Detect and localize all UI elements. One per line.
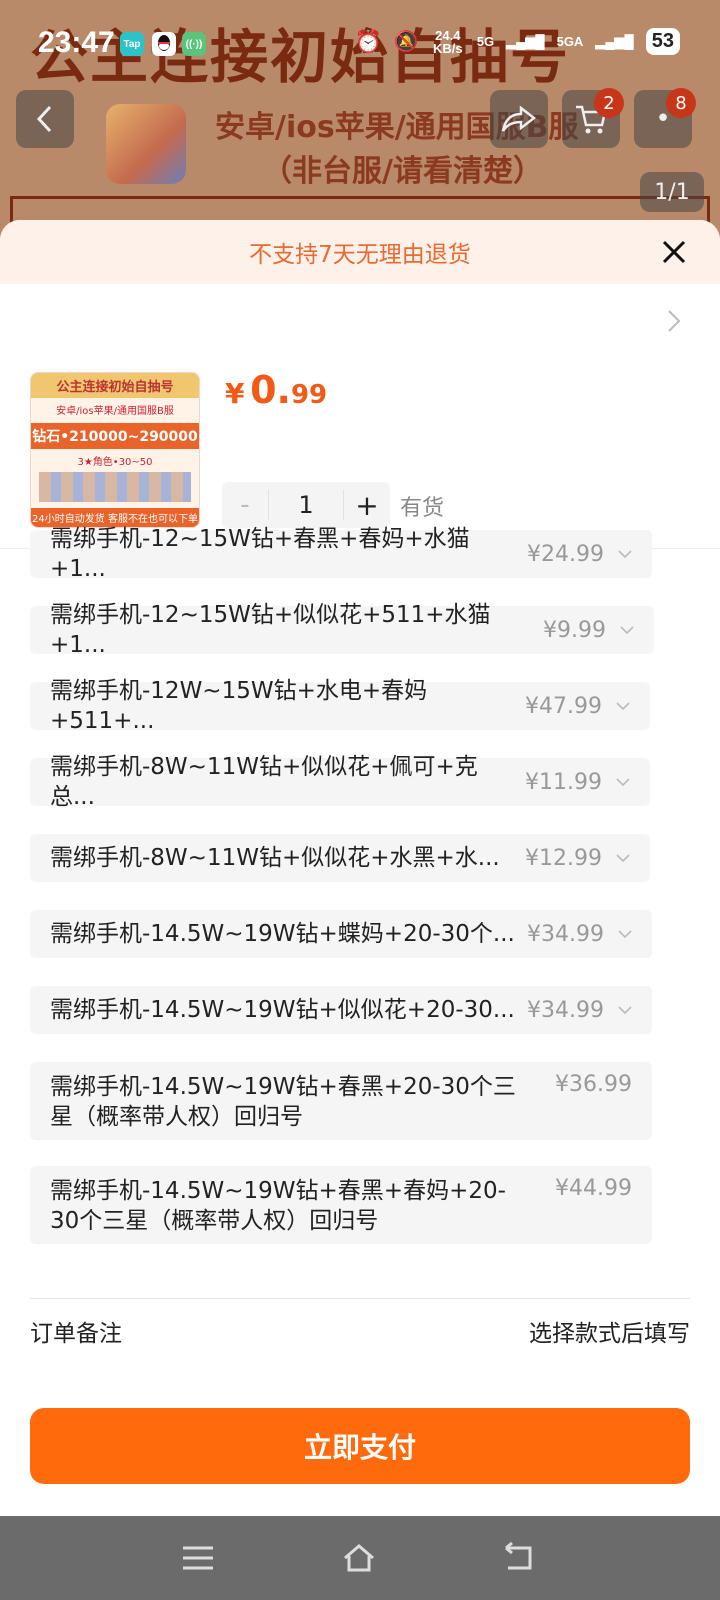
more-button[interactable]: • 8 bbox=[634, 88, 696, 148]
game-app-icon bbox=[106, 104, 186, 184]
divider bbox=[30, 1298, 690, 1299]
mute-icon: 🔕 bbox=[393, 31, 419, 53]
signal-icon: ▂▄▆█ bbox=[506, 33, 545, 49]
thumb-character-grid bbox=[39, 472, 191, 502]
sku-option-price: ¥9.99 bbox=[543, 617, 606, 643]
hotspot-icon: ((·)) bbox=[182, 32, 206, 56]
sku-option[interactable]: 需绑手机-12W~15W钻+水电+春妈+511+... ¥47.99 bbox=[30, 678, 650, 734]
chevron-down-icon bbox=[616, 854, 630, 863]
sku-selection-sheet: 不支持7天无理由退货 公主连接初始自抽号 安卓/ios苹果/通用国服B服 钻石•… bbox=[0, 220, 720, 1516]
price-integer: 0. bbox=[250, 368, 291, 412]
quantity-stepper: - 1 + bbox=[222, 482, 390, 528]
sku-option-price: ¥12.99 bbox=[525, 845, 602, 871]
chevron-right-icon[interactable] bbox=[666, 308, 682, 334]
sku-option-label: 需绑手机-12W~15W钻+水电+春妈+511+... bbox=[50, 678, 428, 734]
banner-line-2: （非台服/请看清楚） bbox=[262, 154, 543, 189]
sku-option[interactable]: 需绑手机-12~15W钻+似似花+511+水猫+1... ¥9.99 bbox=[30, 602, 654, 658]
thumb-subtitle: 安卓/ios苹果/通用国服B服 bbox=[56, 406, 174, 417]
sku-option-label: 需绑手机-8W~11W钻+似似花+佩可+克总... bbox=[50, 754, 478, 810]
close-icon[interactable] bbox=[656, 234, 692, 270]
thumb-stars: 3★角色•30~50 bbox=[77, 457, 153, 468]
message-count-badge: 8 bbox=[666, 88, 696, 118]
back-button[interactable] bbox=[16, 90, 74, 148]
sku-option-label: 需绑手机-12~15W钻+春黑+春妈+水猫+1... bbox=[50, 526, 470, 582]
order-memo-field[interactable]: 选择款式后填写 bbox=[529, 1314, 690, 1348]
chevron-down-icon bbox=[618, 930, 632, 939]
sku-option-price: ¥11.99 bbox=[525, 769, 602, 795]
price: ¥ 0.99 bbox=[225, 368, 327, 412]
sku-option-label: 需绑手机-14.5W~19W钻+春黑+20-30个三星（概率带人权）回归号 bbox=[50, 1074, 516, 1130]
status-time: 23:47 bbox=[38, 26, 115, 59]
chevron-down-icon bbox=[616, 702, 630, 711]
thumb-diamonds: 钻石•210000~290000 bbox=[31, 423, 199, 449]
sku-option-price: ¥34.99 bbox=[527, 921, 604, 947]
sku-option[interactable]: 需绑手机-8W~11W钻+似似花+佩可+克总... ¥11.99 bbox=[30, 754, 650, 810]
sku-option-label: 需绑手机-8W~11W钻+似似花+水黑+水... bbox=[50, 845, 500, 871]
sku-option[interactable]: 需绑手机-14.5W~19W钻+春黑+春妈+20-30个三星（概率带人权）回归号… bbox=[30, 1166, 652, 1244]
status-right: ⏰ 🔕 24.4 KB/s 5G ▂▄▆█ 5GA ▂▄▆█ 53 bbox=[355, 28, 680, 55]
order-memo-label: 订单备注 bbox=[30, 1321, 122, 1347]
chevron-down-icon bbox=[616, 778, 630, 787]
net-speed: 24.4 KB/s bbox=[433, 27, 463, 56]
share-button[interactable] bbox=[490, 90, 548, 148]
qq-icon bbox=[152, 32, 176, 56]
system-nav-bar bbox=[0, 1516, 720, 1600]
sku-option-label: 需绑手机-14.5W~19W钻+春黑+春妈+20-30个三星（概率带人权）回归号 bbox=[50, 1178, 506, 1234]
sku-option[interactable]: 需绑手机-14.5W~19W钻+春黑+20-30个三星（概率带人权）回归号 ¥3… bbox=[30, 1062, 652, 1140]
sku-option-price: ¥47.99 bbox=[525, 693, 602, 719]
cart-button[interactable]: 2 bbox=[562, 88, 624, 148]
sku-option[interactable]: 需绑手机-14.5W~19W钻+似似花+20-30... ¥34.99 bbox=[30, 986, 652, 1034]
sku-option-price: ¥36.99 bbox=[555, 1072, 632, 1097]
sku-option[interactable]: 需绑手机-8W~11W钻+似似花+水黑+水... ¥12.99 bbox=[30, 834, 650, 882]
menu-icon[interactable] bbox=[181, 1542, 215, 1574]
stock-status: 有货 bbox=[400, 496, 445, 521]
status-bar: 23:47 Tap ((·)) ⏰ 🔕 24.4 KB/s 5G ▂▄▆█ 5G… bbox=[0, 22, 720, 66]
product-thumbnail[interactable]: 公主连接初始自抽号 安卓/ios苹果/通用国服B服 钻石•210000~2900… bbox=[30, 372, 200, 528]
tap-app-icon: Tap bbox=[120, 32, 144, 56]
sku-option-label: 需绑手机-14.5W~19W钻+蝶妈+20-30个... bbox=[50, 921, 515, 947]
sku-option-price: ¥44.99 bbox=[555, 1176, 632, 1201]
quantity-value[interactable]: 1 bbox=[268, 490, 344, 520]
chevron-down-icon bbox=[620, 626, 634, 635]
alarm-icon: ⏰ bbox=[354, 28, 382, 54]
sku-option-label: 需绑手机-14.5W~19W钻+似似花+20-30... bbox=[50, 997, 515, 1023]
chevron-down-icon bbox=[618, 550, 632, 559]
return-policy-notice: 不支持7天无理由退货 bbox=[0, 220, 720, 284]
back-arrow-icon bbox=[36, 105, 52, 133]
thumb-title: 公主连接初始自抽号 bbox=[31, 373, 199, 398]
battery-level: 53 bbox=[645, 28, 680, 55]
sku-option-label: 需绑手机-12~15W钻+似似花+511+水猫+1... bbox=[50, 602, 491, 658]
sku-option[interactable]: 需绑手机-14.5W~19W钻+蝶妈+20-30个... ¥34.99 bbox=[30, 910, 652, 958]
network-5g: 5G bbox=[476, 34, 495, 49]
price-decimal: 99 bbox=[290, 380, 328, 410]
pay-now-button[interactable]: 立即支付 bbox=[30, 1408, 690, 1484]
image-counter: 1/1 bbox=[640, 172, 704, 212]
sku-option-price: ¥34.99 bbox=[527, 997, 604, 1023]
signal-icon-2: ▂▄▆█ bbox=[595, 33, 634, 49]
quantity-minus-button[interactable]: - bbox=[222, 490, 268, 520]
share-icon bbox=[501, 105, 537, 132]
price-symbol: ¥ bbox=[225, 377, 245, 410]
back-icon[interactable] bbox=[502, 1542, 536, 1574]
chevron-down-icon bbox=[618, 1006, 632, 1015]
sku-option-price: ¥24.99 bbox=[527, 541, 604, 567]
sku-option[interactable]: 需绑手机-12~15W钻+春黑+春妈+水猫+1... ¥24.99 bbox=[30, 526, 652, 582]
network-5ga: 5GA bbox=[556, 34, 584, 49]
quantity-plus-button[interactable]: + bbox=[344, 489, 390, 522]
cart-count-badge: 2 bbox=[594, 88, 624, 118]
home-icon[interactable] bbox=[342, 1542, 376, 1574]
